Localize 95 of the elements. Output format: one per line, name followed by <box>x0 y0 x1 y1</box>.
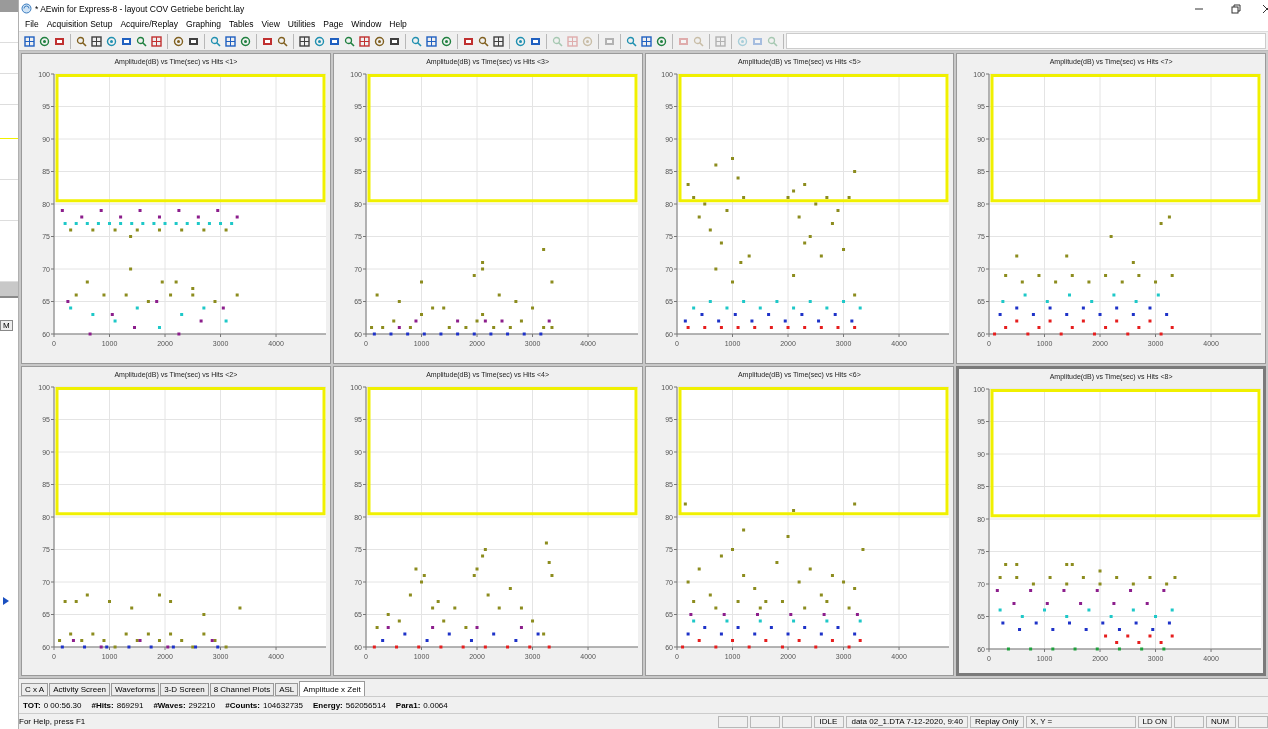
tool-icon <box>344 35 355 47</box>
toolbar-button[interactable] <box>223 33 238 49</box>
status-pane <box>750 715 781 728</box>
stat-text: Energy: 562056514 <box>313 700 386 710</box>
tool-icon <box>76 35 87 47</box>
tool-icon <box>240 35 251 47</box>
menu-item[interactable]: Utilities <box>283 19 320 29</box>
tool-icon <box>151 35 162 47</box>
toolbar-button[interactable] <box>491 33 506 49</box>
tab[interactable]: Waveforms <box>111 683 160 696</box>
app-icon <box>21 3 32 14</box>
tool-icon <box>678 35 689 47</box>
tool-icon <box>389 35 400 47</box>
window-text: M <box>0 320 13 331</box>
tool-icon <box>329 35 340 47</box>
tool-icon <box>515 35 526 47</box>
status-pane: IDLE <box>814 715 845 728</box>
tool-icon <box>737 35 748 47</box>
tool-icon <box>277 35 288 47</box>
menu-item[interactable]: Tables <box>225 19 258 29</box>
tool-icon <box>188 35 199 47</box>
stat-text: TOT: 0 00:56.30 <box>23 700 82 710</box>
tool-icon <box>493 35 504 47</box>
tab[interactable]: ASL <box>275 683 299 696</box>
stat-text: #Counts: 104632735 <box>225 700 303 710</box>
tab[interactable]: 3-D Screen <box>160 683 209 696</box>
header-bar <box>0 0 18 12</box>
tool-icon <box>693 35 704 47</box>
tool-icon <box>39 35 50 47</box>
tool-icon <box>262 35 273 47</box>
tool-icon <box>656 35 667 47</box>
tool-icon <box>374 35 385 47</box>
menu-item[interactable]: Page <box>319 19 348 29</box>
tool-icon <box>767 35 778 47</box>
help-text: For Help, press F1 <box>19 717 87 726</box>
toolbar-button[interactable] <box>89 33 104 49</box>
tab[interactable]: Amplitude x Zeit <box>299 681 365 696</box>
tool-icon <box>91 35 102 47</box>
tool-icon <box>314 35 325 47</box>
tool-icon <box>441 35 452 47</box>
tool-icon <box>604 35 615 47</box>
toolbar-button[interactable] <box>149 33 164 49</box>
status-pane: Replay Only <box>969 715 1024 728</box>
menu-item[interactable]: Help <box>385 19 411 29</box>
tool-icon <box>54 35 65 47</box>
menu-item[interactable]: Window <box>347 19 386 29</box>
window-title: * AEwin for Express-8 - layout COV Getriebe bericht.lay <box>35 3 245 14</box>
arrow-icon <box>2 596 10 606</box>
tool-icon <box>106 35 117 47</box>
menu-item[interactable]: View <box>257 19 284 29</box>
tool-icon <box>210 35 221 47</box>
status-pane <box>1174 715 1204 728</box>
tab[interactable]: 8 Channel Plots <box>209 683 275 696</box>
tool-icon <box>359 35 370 47</box>
toolbar-button[interactable] <box>22 33 37 49</box>
menu-item[interactable]: Graphing <box>182 19 225 29</box>
toolbar-button[interactable] <box>357 33 372 49</box>
toolbar-button[interactable] <box>639 33 654 49</box>
menu-item[interactable]: File <box>21 19 43 29</box>
tool-icon <box>567 35 578 47</box>
tab[interactable]: Activity Screen <box>49 683 111 696</box>
tool-icon <box>173 35 184 47</box>
stat-text: #Waves: 292210 <box>153 700 216 710</box>
tool-icon <box>641 35 652 47</box>
status-pane: NUM <box>1206 715 1236 728</box>
stat-text: Para1: 0.0064 <box>395 700 448 710</box>
tool-icon <box>552 35 563 47</box>
stat-text: #Hits: 869291 <box>91 700 144 710</box>
toolbar-button[interactable] <box>424 33 439 49</box>
toolbar-button[interactable] <box>297 33 312 49</box>
status-pane <box>782 715 813 728</box>
status-pane: X, Y = <box>1025 715 1136 728</box>
tool-icon <box>136 35 147 47</box>
status-pane <box>1238 715 1268 728</box>
status-pane <box>718 715 749 728</box>
tool-icon <box>752 35 763 47</box>
menu-item[interactable]: Acquire/Replay <box>116 19 183 29</box>
tool-icon <box>426 35 437 47</box>
tool-icon <box>24 35 35 47</box>
tool-icon <box>299 35 310 47</box>
tool-icon <box>582 35 593 47</box>
tool-icon <box>715 35 726 47</box>
restore-icon <box>1231 3 1241 14</box>
tool-icon <box>411 35 422 47</box>
tab[interactable]: C x A <box>21 683 49 696</box>
menu-item[interactable]: Acquisition Setup <box>42 19 117 29</box>
tool-icon <box>530 35 541 47</box>
tool-icon <box>225 35 236 47</box>
tool-icon <box>478 35 489 47</box>
status-pane: LD ON <box>1137 715 1172 728</box>
status-pane: data 02_1.DTA 7-12-2020, 9:40 <box>846 715 968 728</box>
tool-icon <box>626 35 637 47</box>
tool-icon <box>121 35 132 47</box>
close-icon <box>1262 3 1268 14</box>
tool-icon <box>463 35 474 47</box>
